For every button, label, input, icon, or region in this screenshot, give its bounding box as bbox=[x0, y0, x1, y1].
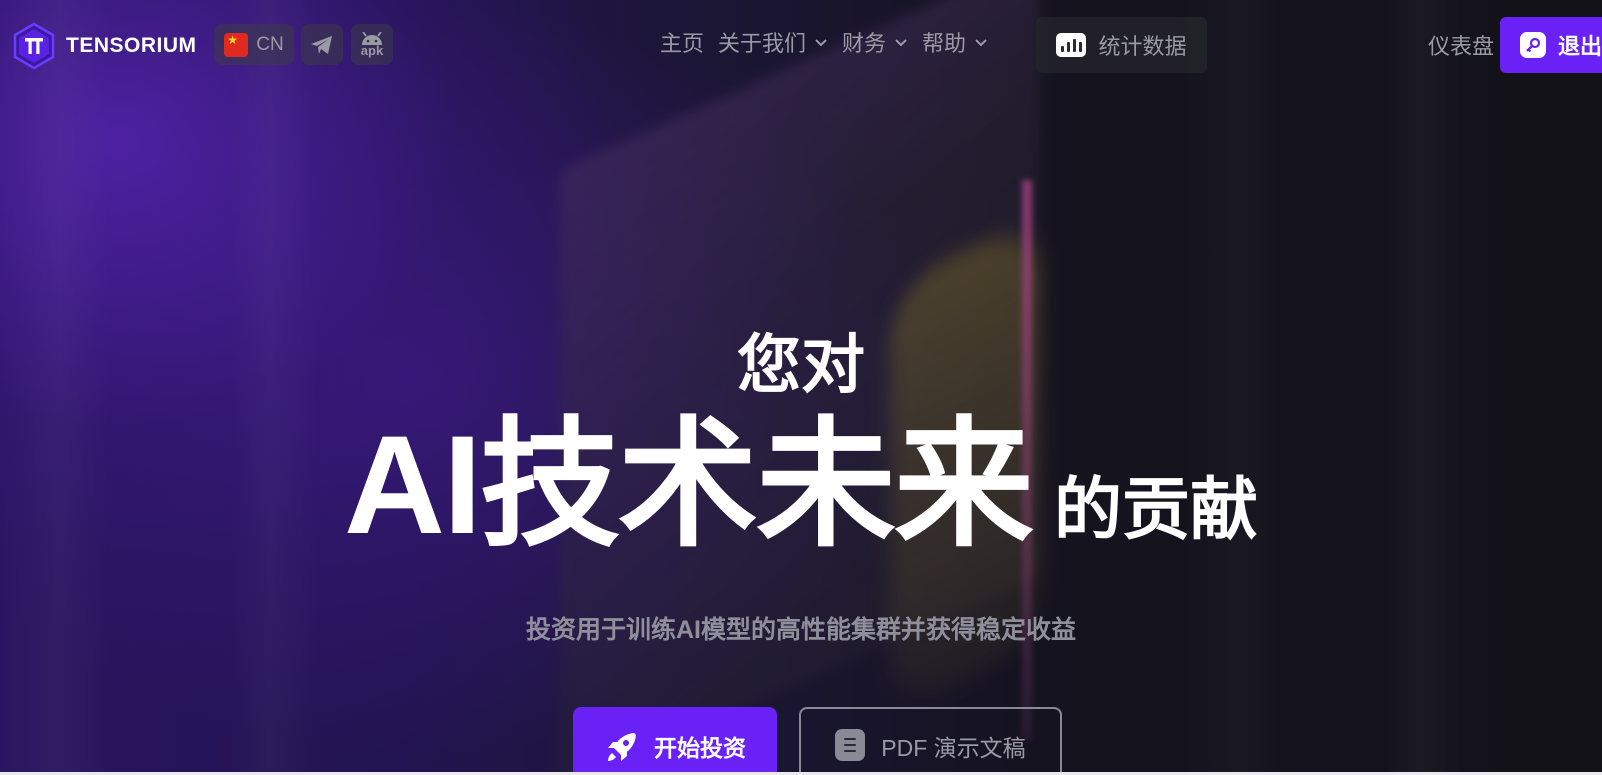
nav-help[interactable]: 帮助 bbox=[922, 26, 988, 58]
hero-line1: 您对 bbox=[737, 329, 865, 401]
telegram-button[interactable] bbox=[301, 24, 343, 65]
hero-headline-big: AI技术未来 bbox=[343, 406, 1034, 563]
pdf-presentation-button[interactable]: PDF 演示文稿 bbox=[799, 707, 1062, 775]
nav-about-label: 关于我们 bbox=[718, 31, 807, 56]
language-code: CN bbox=[256, 33, 284, 55]
hero-headline-small: 的贡献 bbox=[1054, 472, 1259, 548]
logo[interactable]: TENSORIUM bbox=[12, 22, 197, 70]
language-switcher[interactable]: CN bbox=[214, 24, 294, 65]
logout-label: 退出 bbox=[1558, 34, 1602, 59]
start-investing-button[interactable]: 开始投资 bbox=[573, 707, 777, 775]
hero-subtitle: 投资用于训练AI模型的高性能集群并获得稳定收益 bbox=[525, 616, 1076, 644]
site-header: TENSORIUM CN apk 主页 bbox=[0, 0, 1602, 90]
bar-chart-icon bbox=[1056, 33, 1087, 57]
statistics-button[interactable]: 统计数据 bbox=[1036, 17, 1207, 73]
nav-help-label: 帮助 bbox=[922, 31, 967, 56]
nav-home[interactable]: 主页 bbox=[660, 26, 704, 58]
chevron-down-icon bbox=[895, 39, 907, 47]
logout-button[interactable]: 退出 bbox=[1500, 17, 1602, 73]
document-icon bbox=[835, 729, 866, 761]
start-investing-label: 开始投资 bbox=[654, 735, 746, 761]
nav-finance[interactable]: 财务 bbox=[842, 26, 908, 58]
main-nav: 主页 关于我们 财务 帮助 bbox=[660, 26, 988, 58]
statistics-label: 统计数据 bbox=[1098, 34, 1187, 59]
brand-name: TENSORIUM bbox=[66, 34, 197, 57]
dashboard-link[interactable]: 仪表盘 bbox=[1428, 29, 1494, 61]
chevron-down-icon bbox=[975, 39, 987, 47]
tensorium-logo-icon bbox=[12, 22, 56, 70]
rocket-icon bbox=[608, 733, 636, 761]
chevron-down-icon bbox=[815, 39, 827, 47]
apk-download-button[interactable]: apk bbox=[351, 24, 393, 65]
page: TENSORIUM CN apk 主页 bbox=[0, 0, 1602, 775]
hero-headline: AI技术未来 的贡献 bbox=[0, 410, 1602, 560]
key-icon bbox=[1520, 32, 1546, 58]
pdf-presentation-label: PDF 演示文稿 bbox=[881, 735, 1026, 761]
nav-about[interactable]: 关于我们 bbox=[718, 26, 828, 58]
nav-finance-label: 财务 bbox=[842, 31, 887, 56]
telegram-icon bbox=[311, 35, 332, 54]
nav-home-label: 主页 bbox=[660, 31, 705, 56]
china-flag-icon bbox=[224, 32, 249, 57]
apk-label: apk bbox=[360, 43, 384, 58]
